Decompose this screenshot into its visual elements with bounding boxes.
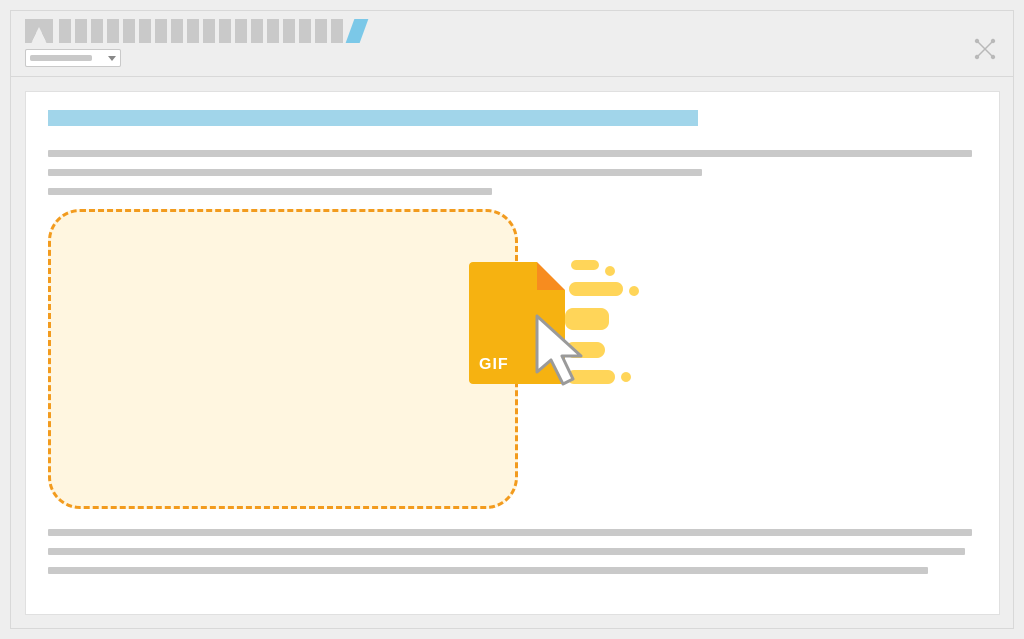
motion-trail (569, 282, 623, 296)
text-line (48, 548, 965, 555)
toolbar-button[interactable] (251, 19, 263, 43)
editor-window: GIF (10, 10, 1014, 629)
toolbar-button[interactable] (235, 19, 247, 43)
toolbar-button[interactable] (283, 19, 295, 43)
text-block-below (48, 529, 977, 574)
toolbar-button[interactable] (187, 19, 199, 43)
toolbar-button[interactable] (155, 19, 167, 43)
text-line (48, 567, 928, 574)
text-line (48, 150, 972, 157)
document-canvas: GIF (25, 91, 1000, 615)
toolbar-button[interactable] (299, 19, 311, 43)
toolbar-button[interactable] (315, 19, 327, 43)
toolbar-button[interactable] (91, 19, 103, 43)
motion-trail (571, 260, 599, 270)
chevron-down-icon (108, 56, 116, 61)
dropdown-value (30, 55, 92, 61)
toolbar-button[interactable] (75, 19, 87, 43)
image-dropzone[interactable]: GIF (48, 209, 518, 509)
text-line (48, 188, 492, 195)
fullscreen-icon[interactable] (973, 37, 997, 61)
toolbar-button[interactable] (123, 19, 135, 43)
motion-trail (605, 266, 615, 276)
file-type-label: GIF (479, 356, 509, 374)
document-title-highlight (48, 110, 698, 126)
toolbar-button-accent[interactable] (346, 19, 369, 43)
toolbar-button[interactable] (171, 19, 183, 43)
toolbar-icon-row (25, 19, 999, 43)
toolbar-button[interactable] (59, 19, 71, 43)
toolbar-button[interactable] (267, 19, 279, 43)
dragged-file[interactable]: GIF (451, 252, 661, 422)
text-line (48, 169, 702, 176)
toolbar (11, 11, 1013, 77)
toolbar-button[interactable] (107, 19, 119, 43)
toolbar-dropdown[interactable] (25, 49, 121, 67)
toolbar-button[interactable] (219, 19, 231, 43)
motion-trail (629, 286, 639, 296)
text-line (48, 529, 972, 536)
toolbar-button[interactable] (331, 19, 343, 43)
toolbar-button[interactable] (139, 19, 151, 43)
motion-trail (567, 370, 615, 384)
motion-trail (565, 342, 605, 358)
motion-trail (621, 372, 631, 382)
motion-trail (565, 308, 609, 330)
toolbar-logo-icon (25, 19, 53, 43)
gif-file-icon: GIF (469, 262, 565, 384)
toolbar-button[interactable] (203, 19, 215, 43)
